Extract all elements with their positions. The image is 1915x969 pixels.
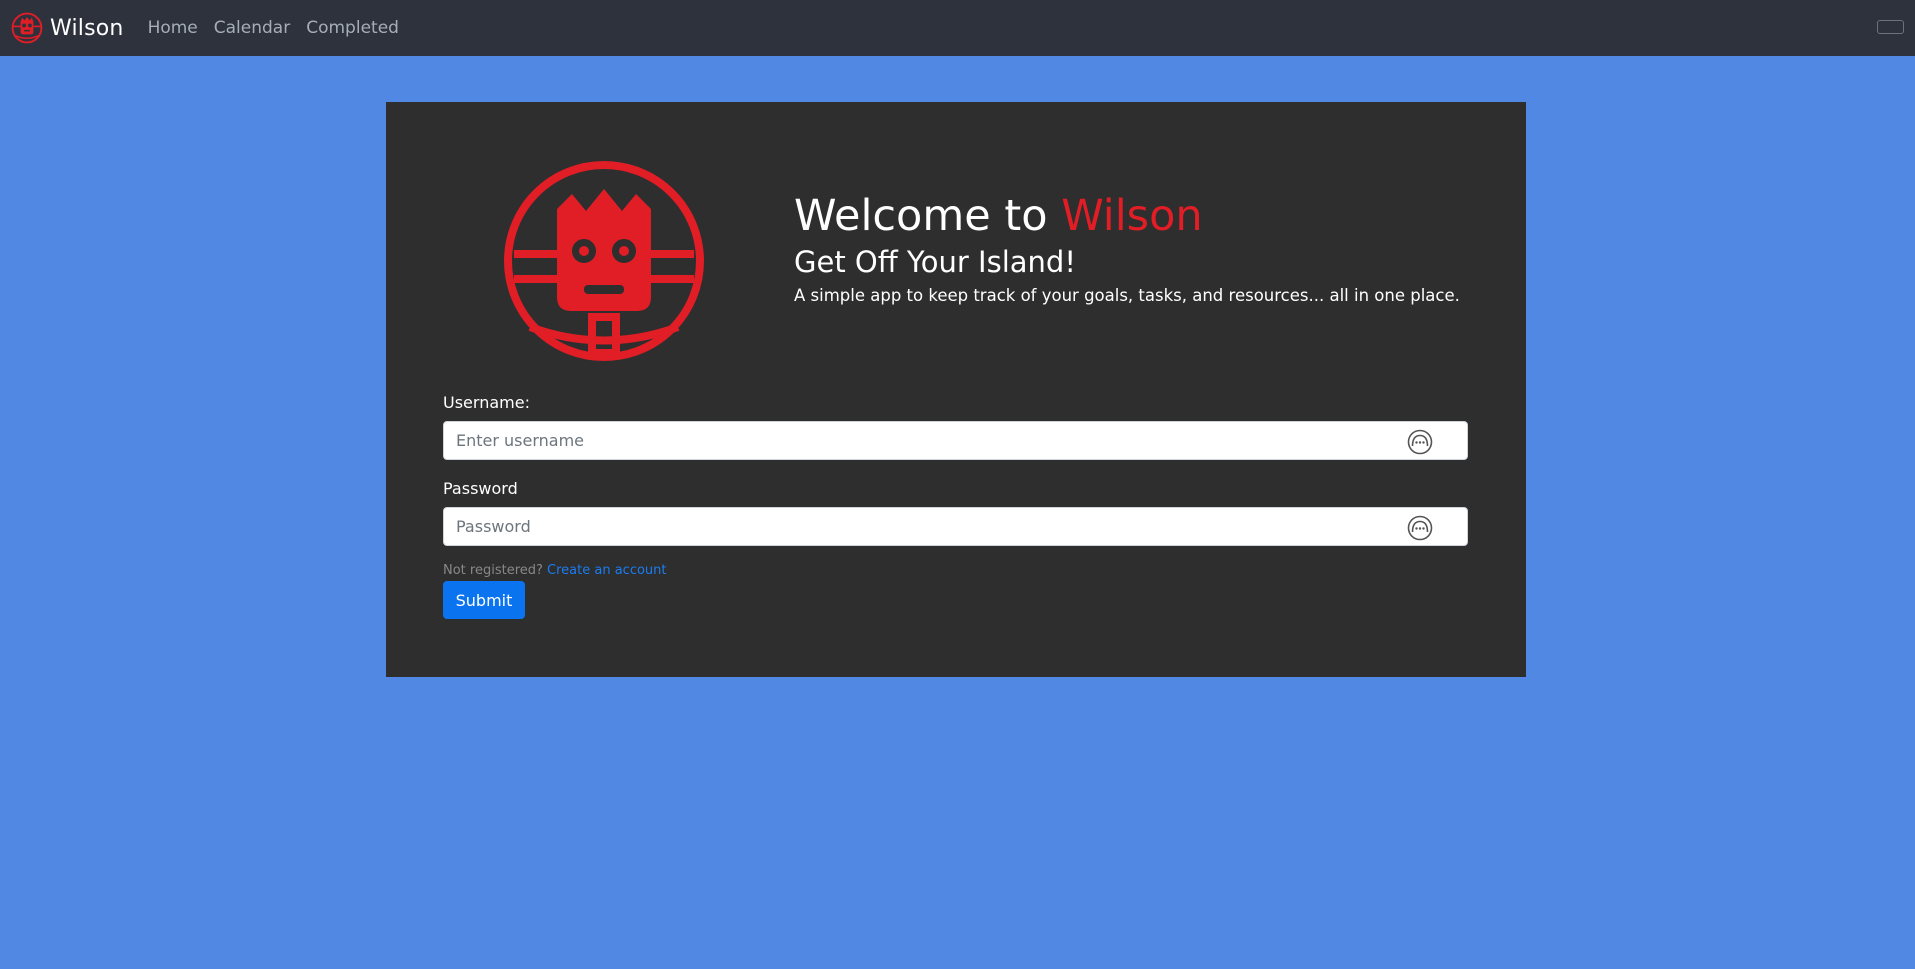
nav-link-completed[interactable]: Completed [306,18,399,38]
nav-link-home[interactable]: Home [148,18,198,38]
create-account-link[interactable]: Create an account [547,563,666,578]
username-input[interactable] [444,422,1467,459]
password-manager-icon[interactable] [1407,429,1433,455]
title-accent: Wilson [1061,191,1203,241]
register-prompt-text: Not registered? [443,563,543,578]
login-card: Welcome to Wilson Get Off Your Island! A… [386,102,1526,677]
page-subtitle: Get Off Your Island! [794,245,1076,279]
navbar: Wilson Home Calendar Completed [0,0,1915,56]
password-input[interactable] [444,508,1467,545]
wilson-face-logo [504,161,704,361]
nav-link-calendar[interactable]: Calendar [214,18,290,38]
submit-button[interactable]: Submit [443,581,525,619]
password-manager-icon[interactable] [1407,515,1433,541]
brand-link[interactable]: Wilson [11,12,124,44]
navbar-toggler-button[interactable] [1877,20,1904,34]
brand-name: Wilson [50,15,124,41]
register-prompt: Not registered? Create an account [443,563,667,578]
password-label: Password [443,479,518,498]
page-title: Welcome to Wilson [794,190,1468,242]
username-field-wrapper [443,421,1468,460]
password-field-wrapper [443,507,1468,546]
hero-text: Welcome to Wilson Get Off Your Island! A… [794,190,1468,308]
app-description: A simple app to keep track of your goals… [794,286,1460,305]
username-label: Username: [443,393,530,412]
nav-links: Home Calendar Completed [148,18,415,38]
wilson-face-icon [11,12,43,44]
title-prefix: Welcome to [794,191,1062,241]
